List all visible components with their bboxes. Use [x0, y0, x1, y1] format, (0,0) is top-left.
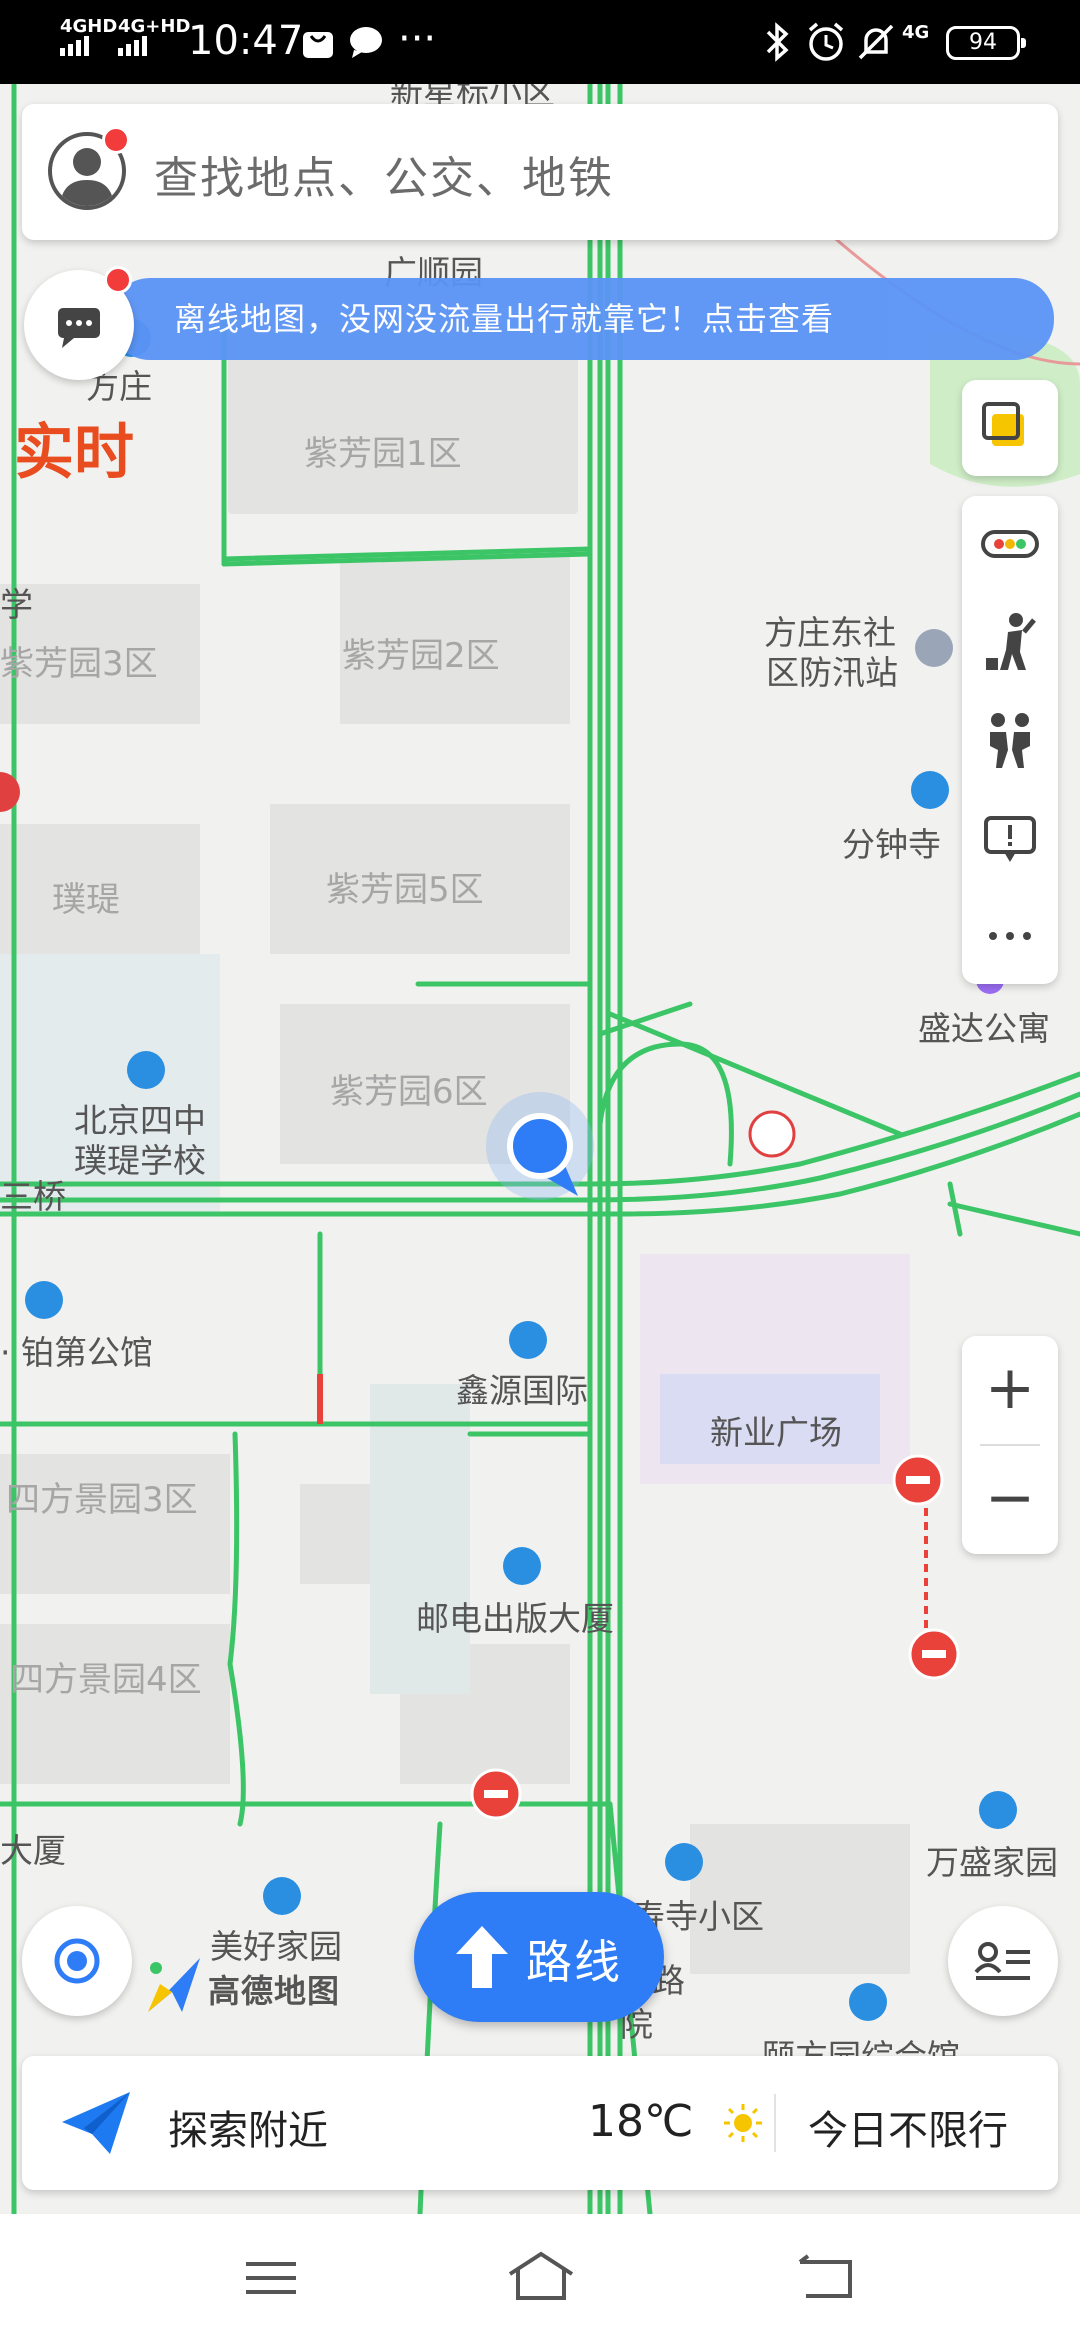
feedback-icon — [984, 816, 1036, 862]
signal-1-label: 4GHD — [60, 16, 118, 37]
list-icon — [974, 1942, 1030, 1980]
more-notifications-icon: ··· — [398, 16, 437, 62]
current-location-dot — [507, 1113, 573, 1179]
signal-1-bars-icon — [60, 36, 92, 58]
battery-indicator: 94 — [946, 26, 1026, 60]
park-area — [370, 1384, 470, 1694]
notification-dot — [102, 126, 130, 154]
alarm-icon — [808, 22, 844, 61]
notification-dot — [104, 266, 132, 294]
building-icon — [665, 1843, 703, 1881]
map-label: 璞瑅学校 — [74, 1141, 206, 1180]
pedestrian-icon — [986, 613, 1036, 670]
bluetooth-icon — [766, 22, 789, 62]
road — [947, 1181, 963, 1237]
menu-icon[interactable] — [244, 2258, 300, 2298]
more-button[interactable] — [962, 888, 1058, 984]
amap-logo-text: 高德地图 — [208, 1972, 341, 2010]
divider — [774, 2094, 776, 2152]
signal-2-label: 4G+HD — [118, 16, 191, 37]
traffic-light-icon — [981, 530, 1039, 558]
map-label: 大厦 — [0, 1831, 66, 1870]
map-label: 邮电出版大厦 — [416, 1599, 614, 1638]
route-arrow-icon — [456, 1926, 508, 1988]
status-bar: 4GHD 4G+HD 10:47 ··· 4G 94 — [0, 0, 1080, 84]
walk-button[interactable] — [962, 594, 1058, 690]
map-label: 盛达公寓 — [918, 1009, 1050, 1048]
map-label: 分钟寺 — [842, 825, 941, 864]
companion-button[interactable] — [962, 692, 1058, 788]
realtime-label: 实时 — [14, 418, 134, 488]
explore-nearby-label[interactable]: 探索附近 — [168, 2098, 328, 2156]
layers-button[interactable] — [962, 380, 1058, 476]
map-block — [0, 1624, 230, 1784]
bag-notification-icon — [303, 32, 333, 58]
building-icon — [25, 1281, 63, 1319]
signal-2-bars-icon — [118, 36, 150, 58]
mute-icon — [858, 24, 894, 60]
paper-plane-icon — [62, 2092, 130, 2154]
building-icon — [979, 1791, 1017, 1829]
map-label: 学 — [0, 585, 33, 624]
map-tools-panel — [962, 496, 1058, 984]
temperature: 18℃ — [588, 2096, 694, 2147]
locate-icon — [54, 1938, 100, 1984]
school-icon — [127, 1051, 165, 1089]
zoom-in-button[interactable]: + — [962, 1336, 1058, 1444]
map-area-label: 紫芳园5区 — [326, 870, 484, 910]
building-icon — [263, 1877, 301, 1915]
companion-icon — [990, 713, 1030, 768]
map-label: 三桥 — [0, 1177, 66, 1216]
traffic-button[interactable] — [962, 496, 1058, 592]
feedback-button[interactable] — [962, 790, 1058, 886]
metro-icon — [0, 772, 20, 812]
building-icon — [509, 1321, 547, 1359]
road — [227, 1431, 246, 1827]
locate-button[interactable] — [22, 1906, 132, 2016]
star-icon — [915, 629, 953, 667]
traffic-restriction[interactable]: 今日不限行 — [808, 2098, 1008, 2156]
offline-map-banner[interactable]: 离线地图，没网没流量出行就靠它！点击查看 — [110, 278, 1054, 360]
map-area-label: 四方景园3区 — [6, 1480, 198, 1520]
map-label: 鑫源国际 — [456, 1371, 588, 1410]
road — [947, 1201, 1080, 1237]
map-area-label: 紫芳园1区 — [304, 434, 462, 474]
map-area-label: 璞瑅 — [52, 880, 120, 920]
route-label: 路线 — [526, 1935, 622, 1989]
building-icon — [503, 1547, 541, 1585]
map-label: 区防汛站 — [766, 653, 898, 692]
amap-logo-icon — [148, 1958, 200, 2012]
clock: 10:47 — [188, 18, 304, 64]
message-notification-icon — [350, 27, 382, 58]
back-icon[interactable] — [796, 2254, 856, 2302]
list-button[interactable] — [948, 1906, 1058, 2016]
map-area-label: 紫芳园2区 — [342, 636, 500, 676]
closure-marker — [470, 1768, 522, 1820]
sun-icon — [724, 2104, 762, 2142]
closure-marker — [908, 1628, 960, 1680]
hospital-icon — [849, 1983, 887, 2021]
zoom-out-button[interactable]: − — [962, 1446, 1058, 1554]
map-label: 新业广场 — [710, 1413, 842, 1452]
signal-3-label: 4G — [902, 22, 930, 43]
map-area-label: 紫芳园6区 — [330, 1072, 488, 1112]
ramp — [607, 1011, 903, 1137]
building-icon — [911, 771, 949, 809]
system-nav-bar — [0, 2214, 1080, 2340]
more-icon — [989, 932, 1031, 940]
map-label: · 铂第公馆 — [0, 1333, 153, 1372]
search-bar[interactable]: 查找地点、公交、地铁 — [22, 104, 1058, 240]
zoom-controls: + − — [962, 1336, 1058, 1554]
map-area-label: 紫芳园3区 — [0, 644, 158, 684]
explore-bar[interactable]: 探索附近 18℃ 今日不限行 — [22, 2056, 1058, 2190]
layers-icon — [982, 402, 1024, 446]
closure-marker — [892, 1454, 944, 1506]
map-label: 万盛家园 — [926, 1843, 1058, 1882]
home-icon[interactable] — [506, 2250, 576, 2302]
map-label: 美好家园 — [210, 1927, 342, 1966]
search-input[interactable]: 查找地点、公交、地铁 — [154, 142, 614, 206]
route-button[interactable]: 路线 — [414, 1892, 664, 2022]
parking-icon — [748, 1110, 796, 1158]
map-area-label: 四方景园4区 — [10, 1660, 202, 1700]
